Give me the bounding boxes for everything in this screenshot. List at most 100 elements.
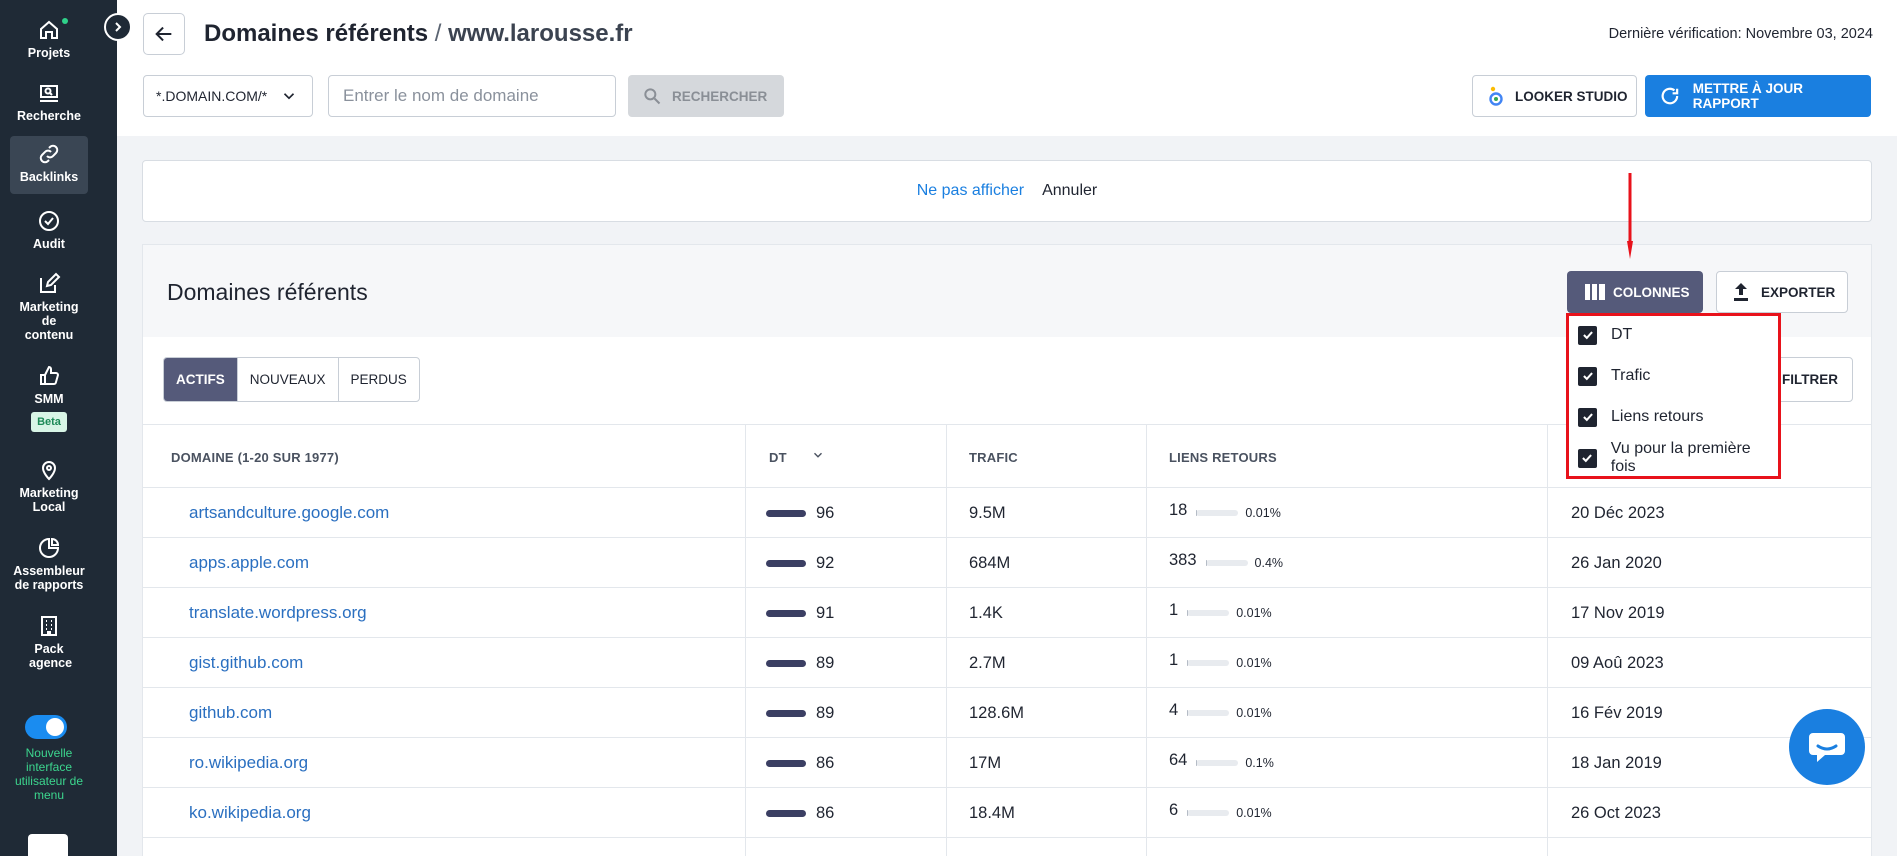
- column-header-dt[interactable]: DT: [769, 425, 825, 489]
- notification-dot: [62, 18, 68, 24]
- sidebar-item-assembleur-rapports[interactable]: Assembleur de rapports: [10, 530, 88, 592]
- checkbox-checked-icon[interactable]: [1578, 407, 1597, 427]
- cancel-notice-link[interactable]: Annuler: [1042, 182, 1097, 200]
- domain-link[interactable]: github.com: [189, 703, 272, 723]
- column-header-backlinks[interactable]: LIENS RETOURS: [1169, 425, 1277, 489]
- backlinks-cell: 383 0.4%: [1169, 538, 1283, 588]
- domain-link[interactable]: translate.wordpress.org: [189, 603, 367, 623]
- domain-link[interactable]: artsandculture.google.com: [189, 503, 389, 523]
- back-button[interactable]: [143, 13, 185, 55]
- dt-value: 96: [816, 503, 835, 522]
- traffic-value: 17M: [969, 753, 1002, 772]
- sidebar-item-recherche[interactable]: Recherche: [10, 75, 88, 123]
- dt-value: 86: [816, 753, 835, 772]
- tab-nouveaux[interactable]: NOUVEAUX: [238, 358, 339, 401]
- sidebar-item-smm[interactable]: SMM Beta: [10, 358, 88, 432]
- search-button[interactable]: RECHERCHER: [628, 75, 784, 117]
- scope-select[interactable]: *.DOMAIN.COM/*: [143, 75, 313, 117]
- backlinks-value: 6: [1169, 800, 1179, 819]
- backlinks-cell: 1 0.01%: [1169, 588, 1272, 638]
- domain-input[interactable]: [328, 75, 616, 117]
- columns-option-trafic[interactable]: Trafic: [1578, 365, 1650, 387]
- sidebar-item-pack-agence[interactable]: Pack agence: [10, 608, 88, 670]
- backlinks-share-percent: 0.01%: [1236, 656, 1272, 670]
- checkbox-checked-icon[interactable]: [1578, 325, 1597, 345]
- domain-link[interactable]: ro.wikipedia.org: [189, 753, 308, 773]
- backlinks-value: 4: [1169, 700, 1179, 719]
- backlinks-cell: 4 0.01%: [1169, 688, 1272, 738]
- upload-icon: [1734, 283, 1748, 301]
- tab-actifs[interactable]: ACTIFS: [164, 358, 238, 401]
- tab-perdus[interactable]: PERDUS: [339, 358, 419, 401]
- columns-option-liens-retours[interactable]: Liens retours: [1578, 406, 1704, 428]
- hide-notice-link[interactable]: Ne pas afficher: [917, 182, 1024, 200]
- dt-bar: [766, 759, 806, 767]
- export-button[interactable]: EXPORTER: [1716, 271, 1848, 313]
- dt-value: 92: [816, 553, 835, 572]
- sidebar-bottom-element[interactable]: [28, 834, 68, 856]
- backlinks-share-bar: [1187, 610, 1230, 616]
- notice-bar: Ne pas afficher Annuler: [142, 160, 1872, 222]
- first-seen-value: 17 Nov 2019: [1571, 603, 1665, 622]
- edit-icon: [40, 272, 61, 293]
- domain-cell: translate.wordpress.org: [189, 588, 367, 638]
- collapse-sidebar-button[interactable]: [104, 13, 132, 41]
- first-seen-cell: 20 Déc 2023: [1571, 488, 1665, 538]
- first-seen-value: 26 Oct 2023: [1571, 803, 1661, 822]
- backlinks-share-percent: 0.1%: [1245, 756, 1274, 770]
- column-header-traffic[interactable]: TRAFIC: [969, 425, 1018, 489]
- backlinks-cell: 18 0.01%: [1169, 488, 1281, 538]
- sidebar-item-projets[interactable]: Projets: [10, 12, 88, 60]
- domain-cell: gist.github.com: [189, 638, 303, 688]
- sidebar-item-label: Assembleur de rapports: [13, 564, 85, 592]
- thumbs-up-icon: [40, 365, 60, 385]
- traffic-value: 684M: [969, 553, 1011, 572]
- backlinks-share-percent: 0.01%: [1236, 706, 1272, 720]
- domain-link[interactable]: apps.apple.com: [189, 553, 309, 573]
- chat-button[interactable]: [1789, 709, 1865, 785]
- first-seen-value: 26 Jan 2020: [1571, 553, 1662, 572]
- looker-studio-icon: [1489, 86, 1503, 106]
- chat-bubble-icon: [1809, 733, 1845, 762]
- checkbox-checked-icon[interactable]: [1578, 366, 1597, 386]
- backlinks-share-bar: [1187, 810, 1230, 816]
- columns-dropdown: DT Trafic Liens retours Vu pour la premi…: [1566, 313, 1781, 479]
- sidebar-item-label: Projets: [27, 46, 71, 60]
- new-ui-toggle[interactable]: [25, 715, 67, 739]
- sidebar-item-marketing-contenu[interactable]: Marketing de contenu: [10, 266, 88, 342]
- backlinks-share-bar: [1205, 560, 1248, 566]
- traffic-value: 128.6M: [969, 703, 1025, 722]
- checkbox-checked-icon[interactable]: [1578, 448, 1597, 468]
- update-report-button[interactable]: METTRE À JOUR RAPPORT: [1645, 75, 1871, 117]
- columns-option-vu-premiere-fois[interactable]: Vu pour la première fois: [1578, 440, 1778, 475]
- domain-link[interactable]: ko.wikipedia.org: [189, 803, 311, 823]
- looker-studio-button[interactable]: LOOKER STUDIO: [1472, 75, 1637, 117]
- domain-link[interactable]: gist.github.com: [189, 653, 303, 673]
- backlinks-share-percent: 0.4%: [1254, 556, 1284, 570]
- sidebar-item-audit[interactable]: Audit: [10, 203, 88, 251]
- looker-studio-label: LOOKER STUDIO: [1515, 88, 1628, 104]
- column-header-domain[interactable]: DOMAINE (1-20 SUR 1977): [171, 425, 339, 489]
- sidebar-item-backlinks[interactable]: Backlinks: [10, 136, 88, 194]
- red-arrow-annotation: [1627, 173, 1633, 259]
- sidebar-item-label: Audit: [33, 237, 65, 251]
- columns-icon: [1585, 284, 1605, 300]
- first-seen-cell: 17 Nov 2019: [1571, 588, 1665, 638]
- domain-cell: github.com: [189, 688, 272, 738]
- backlinks-value: 18: [1169, 500, 1188, 519]
- traffic-cell: 17M: [969, 738, 1001, 788]
- sidebar-item-label: Pack agence: [29, 642, 73, 670]
- building-icon: [41, 616, 57, 636]
- domain-cell: artsandculture.google.com: [189, 488, 389, 538]
- backlinks-cell: 64 0.1%: [1169, 738, 1274, 788]
- columns-button-label: COLONNES: [1613, 284, 1690, 300]
- columns-button[interactable]: COLONNES: [1567, 271, 1703, 313]
- traffic-cell: 684M: [969, 538, 1010, 588]
- columns-option-dt[interactable]: DT: [1578, 324, 1632, 346]
- chevron-down-icon: [283, 93, 295, 100]
- backlinks-share-bar: [1196, 510, 1239, 516]
- filter-button[interactable]: FILTRER: [1773, 357, 1853, 402]
- scope-select-value: *.DOMAIN.COM/*: [156, 88, 268, 104]
- sidebar-item-marketing-local[interactable]: Marketing Local: [10, 452, 88, 514]
- first-seen-cell: 26 Jan 2020: [1571, 538, 1662, 588]
